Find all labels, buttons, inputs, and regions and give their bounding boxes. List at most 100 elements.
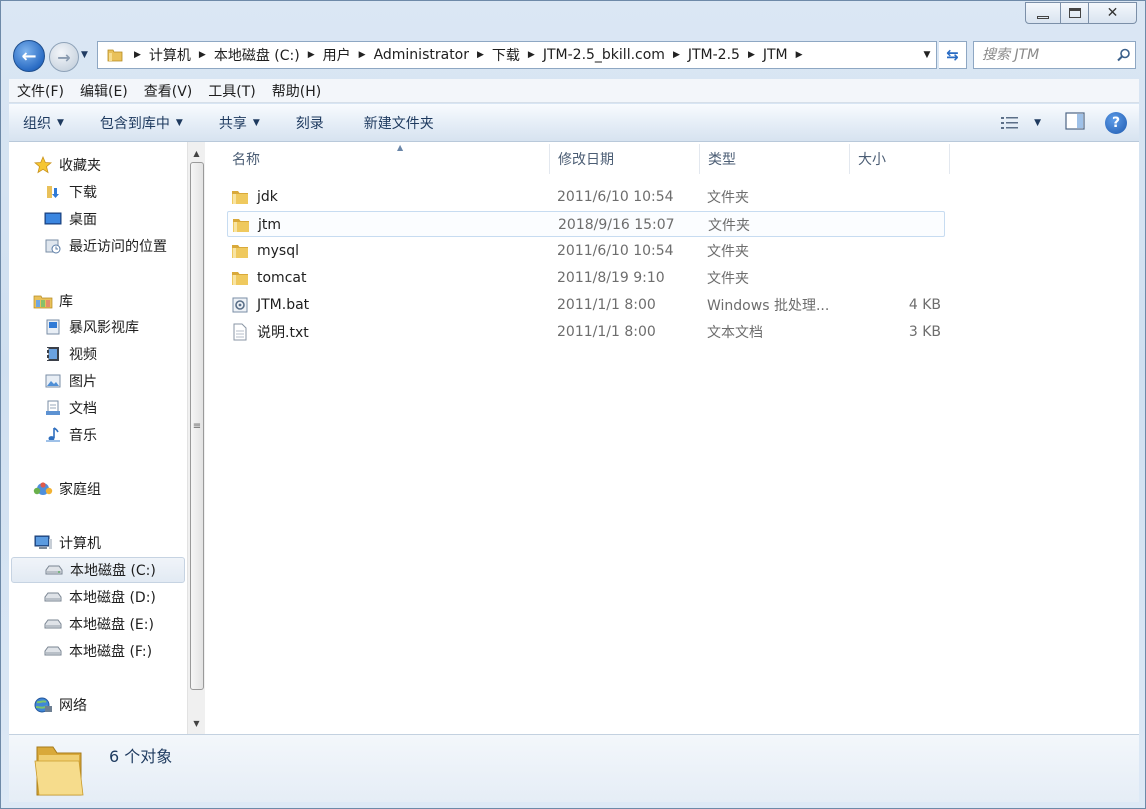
menu-tools[interactable]: 工具(T) [200, 81, 263, 101]
sidebar-item-pictures[interactable]: 图片 [9, 368, 187, 394]
file-type: 文件夹 [708, 218, 750, 234]
scroll-up-arrow[interactable]: ▲ [188, 145, 205, 162]
maximize-icon [1068, 8, 1081, 18]
sidebar-item-recent-places[interactable]: 最近访问的位置 [9, 233, 187, 259]
file-row[interactable]: jtm 2018/9/16 15:07 文件夹 [227, 211, 945, 237]
sidebar-item-documents[interactable]: 文档 [9, 395, 187, 421]
search-box[interactable] [973, 41, 1136, 69]
folder-icon [231, 242, 249, 260]
navigation-scrollbar[interactable]: ▲ ≡ ▼ [187, 142, 205, 734]
file-row[interactable]: JTM.bat 2011/1/1 8:00 Windows 批处理... 4 KB [227, 292, 945, 318]
sidebar-item-drive-d[interactable]: 本地磁盘 (D:) [9, 584, 187, 610]
file-size [858, 212, 942, 238]
menu-view[interactable]: 查看(V) [136, 81, 201, 101]
sidebar-item-downloads[interactable]: 下载 [9, 179, 187, 205]
sidebar-item-drive-f[interactable]: 本地磁盘 (F:) [9, 638, 187, 664]
file-row[interactable]: 说明.txt 2011/1/1 8:00 文本文档 3 KB [227, 319, 945, 345]
column-header-name[interactable]: 名称 ▲ [224, 143, 550, 174]
column-header-size[interactable]: 大小 [850, 144, 950, 174]
file-name-cell[interactable]: 说明.txt [231, 319, 541, 345]
file-name-cell[interactable]: tomcat [231, 265, 541, 291]
chevron-down-icon: ▼ [57, 117, 64, 128]
breadcrumb-separator[interactable]: ▶ [308, 50, 315, 60]
breadcrumb-separator[interactable]: ▶ [748, 50, 755, 60]
scroll-down-arrow[interactable]: ▼ [188, 715, 205, 732]
minimize-button[interactable] [1025, 2, 1061, 24]
breadcrumb-separator[interactable]: ▶ [528, 50, 535, 60]
file-row[interactable]: mysql 2011/6/10 10:54 文件夹 [227, 238, 945, 264]
preview-pane-icon [1065, 111, 1085, 130]
sidebar-label: 下载 [69, 185, 97, 201]
sidebar-label: 计算机 [59, 536, 101, 552]
file-name-cell[interactable]: mysql [231, 238, 541, 264]
file-name-cell[interactable]: JTM.bat [231, 292, 541, 318]
sidebar-item-homegroup[interactable]: 家庭组 [9, 476, 187, 502]
sidebar-item-libraries[interactable]: 库 [9, 288, 187, 314]
address-bar[interactable]: ▶ 计算机 ▶ 本地磁盘 (C:) ▶ 用户 ▶ Administrator ▶ 下载 ▶ JTM-2… [97, 41, 937, 69]
breadcrumb-item[interactable]: 下载 [492, 45, 520, 65]
breadcrumb-separator[interactable]: ▶ [134, 50, 141, 60]
forward-button[interactable]: → [49, 42, 79, 72]
sidebar-item-videos[interactable]: 视频 [9, 341, 187, 367]
recent-pages-dropdown[interactable]: ▼ [81, 50, 88, 60]
file-size [857, 265, 941, 291]
back-button[interactable]: ← [13, 40, 45, 72]
breadcrumb-separator[interactable]: ▶ [673, 50, 680, 60]
sidebar-item-desktop[interactable]: 桌面 [9, 206, 187, 232]
breadcrumb-item[interactable]: JTM-2.5 [688, 47, 740, 63]
sidebar-item-baofeng-library[interactable]: 暴风影视库 [9, 314, 187, 340]
include-in-library-button[interactable]: 包含到库中 ▼ [76, 104, 195, 141]
breadcrumb-item[interactable]: Administrator [374, 47, 469, 63]
menu-help[interactable]: 帮助(H) [264, 81, 329, 101]
sidebar-label: 网络 [59, 698, 87, 714]
column-header-modified[interactable]: 修改日期 [550, 144, 700, 174]
breadcrumb-separator[interactable]: ▶ [477, 50, 484, 60]
sidebar-item-favorites[interactable]: 收藏夹 [9, 152, 187, 178]
star-icon [33, 155, 53, 175]
file-name: 说明.txt [257, 325, 309, 341]
menu-edit[interactable]: 编辑(E) [72, 81, 136, 101]
sidebar-item-music[interactable]: 音乐 [9, 422, 187, 448]
change-view-button[interactable]: ▼ [990, 115, 1051, 131]
sidebar-item-computer[interactable]: 计算机 [9, 530, 187, 556]
sidebar-item-network[interactable]: 网络 [9, 692, 187, 718]
menu-file[interactable]: 文件(F) [9, 81, 72, 101]
file-row[interactable]: jdk 2011/6/10 10:54 文件夹 [227, 184, 945, 210]
file-name-cell[interactable]: jtm [232, 212, 542, 238]
address-history-dropdown[interactable]: ▼ [918, 50, 936, 60]
file-type: 文件夹 [707, 271, 749, 287]
breadcrumb-separator[interactable]: ▶ [796, 50, 803, 60]
preview-pane-button[interactable] [1051, 111, 1099, 134]
breadcrumb-item[interactable]: 计算机 [149, 45, 191, 65]
content-area: 收藏夹 下载 桌面 最近访问的位置 库 暴风影视库 视频 图片 文档 音乐 家庭… [9, 142, 1139, 734]
file-name: jdk [257, 189, 278, 205]
sidebar-label: 视频 [69, 347, 97, 363]
chevron-down-icon[interactable]: ▼ [1034, 118, 1041, 128]
sidebar-item-drive-c[interactable]: 本地磁盘 (C:) [11, 557, 185, 583]
column-header-type[interactable]: 类型 [700, 144, 850, 174]
file-name-cell[interactable]: jdk [231, 184, 541, 210]
document-icon [43, 398, 63, 418]
breadcrumb-item[interactable]: 用户 [323, 45, 351, 65]
downloads-folder-icon [43, 182, 63, 202]
search-input[interactable] [982, 47, 1113, 63]
breadcrumb-item[interactable]: JTM [763, 47, 788, 63]
title-bar[interactable]: ✕ [1, 1, 1145, 37]
sidebar-item-drive-e[interactable]: 本地磁盘 (E:) [9, 611, 187, 637]
refresh-icon: ⇆ [946, 46, 959, 64]
refresh-button[interactable]: ⇆ [939, 41, 967, 69]
breadcrumb-item[interactable]: 本地磁盘 (C:) [214, 45, 300, 65]
breadcrumb-item[interactable]: JTM-2.5_bkill.com [543, 47, 665, 63]
organize-button[interactable]: 组织 ▼ [9, 104, 76, 141]
burn-button[interactable]: 刻录 [272, 104, 336, 141]
share-button[interactable]: 共享 ▼ [195, 104, 272, 141]
maximize-button[interactable] [1061, 2, 1089, 24]
search-icon[interactable] [1113, 48, 1135, 62]
help-button[interactable]: ? [1105, 111, 1127, 134]
close-button[interactable]: ✕ [1089, 2, 1137, 24]
breadcrumb-separator[interactable]: ▶ [359, 50, 366, 60]
new-folder-button[interactable]: 新建文件夹 [336, 104, 446, 141]
file-row[interactable]: tomcat 2011/8/19 9:10 文件夹 [227, 265, 945, 291]
scroll-thumb[interactable]: ≡ [190, 162, 204, 690]
breadcrumb-separator[interactable]: ▶ [199, 50, 206, 60]
